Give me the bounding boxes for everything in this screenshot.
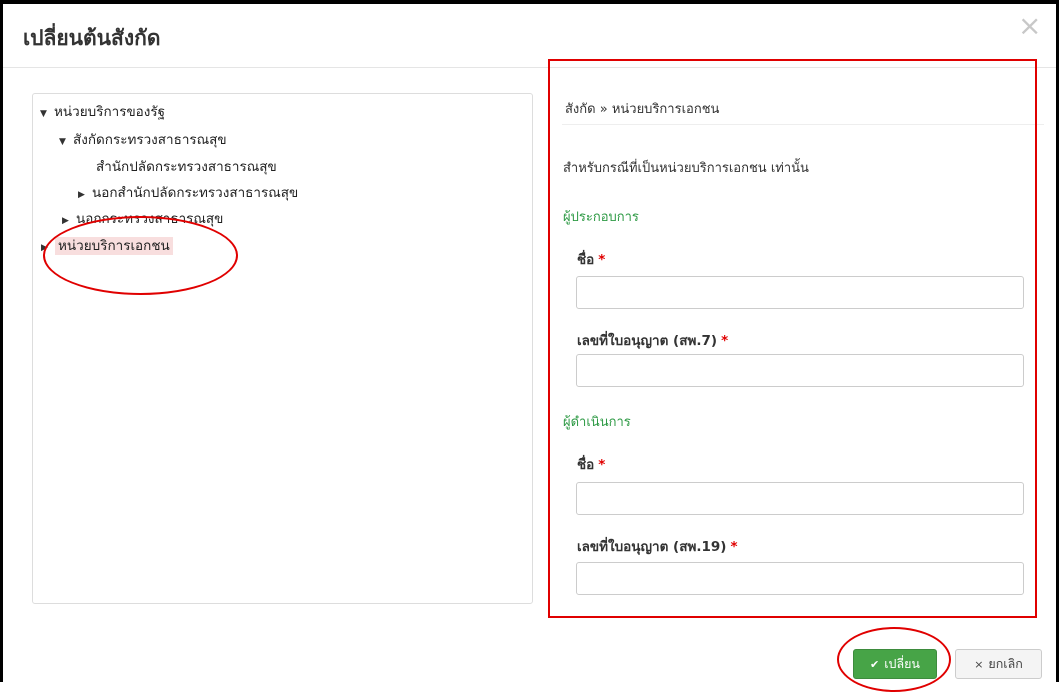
tree-node-label: นอกกระทรวงสาธารณสุข	[76, 211, 224, 227]
form-divider	[562, 124, 1044, 125]
times-icon: ×	[974, 657, 984, 671]
confirm-change-button[interactable]: ✔ เปลี่ยน	[853, 649, 937, 679]
manager-name-label: ชื่อ *	[577, 457, 606, 473]
caret-down-icon[interactable]: ▼	[59, 137, 69, 147]
caret-right-icon[interactable]: ▶	[78, 190, 88, 200]
check-icon: ✔	[870, 657, 880, 671]
section-title-operator: ผู้ประกอบการ	[563, 210, 639, 225]
tree-node-outside-moph[interactable]: ▶ นอกกระทรวงสาธารณสุข	[62, 207, 223, 229]
operator-name-input[interactable]	[576, 276, 1024, 309]
manager-license-input[interactable]	[576, 562, 1024, 595]
operator-license-label: เลขที่ใบอนุญาต (สพ.7) *	[577, 333, 729, 349]
dialog-title: เปลี่ยนต้นสังกัด	[23, 26, 161, 50]
tree-node-opsmoph[interactable]: สำนักปลัดกระทรวงสาธารณสุข	[82, 155, 277, 177]
required-mark: *	[730, 539, 738, 555]
caret-right-icon[interactable]: ▶	[41, 243, 51, 253]
section-title-manager: ผู้ดำเนินการ	[563, 415, 631, 430]
close-icon[interactable]: ×	[1018, 12, 1041, 40]
window-frame-top	[0, 0, 1059, 4]
tree-node-moph[interactable]: ▼ สังกัดกระทรวงสาธารณสุข	[59, 128, 227, 150]
header-divider	[3, 67, 1056, 68]
caret-right-icon[interactable]: ▶	[62, 216, 72, 226]
caret-down-icon[interactable]: ▼	[40, 109, 50, 119]
manager-license-label: เลขที่ใบอนุญาต (สพ.19) *	[577, 539, 738, 555]
confirm-button-label: เปลี่ยน	[884, 656, 920, 671]
tree-node-label: สำนักปลัดกระทรวงสาธารณสุข	[96, 159, 277, 175]
tree-node-label: หน่วยบริการของรัฐ	[54, 104, 166, 120]
tree-node-outside-opsmoph[interactable]: ▶ นอกสำนักปลัดกระทรวงสาธารณสุข	[78, 181, 298, 203]
window-frame-left	[0, 0, 3, 682]
required-mark: *	[721, 333, 729, 349]
tree-node-label: นอกสำนักปลัดกระทรวงสาธารณสุข	[92, 185, 299, 201]
manager-name-input[interactable]	[576, 482, 1024, 515]
tree-node-label: สังกัดกระทรวงสาธารณสุข	[73, 132, 227, 148]
breadcrumb: สังกัด » หน่วยบริการเอกชน	[565, 102, 720, 117]
operator-license-input[interactable]	[576, 354, 1024, 387]
tree-node-state-services[interactable]: ▼ หน่วยบริการของรัฐ	[40, 100, 165, 122]
tree-node-private-services[interactable]: ▶ หน่วยบริการเอกชน	[41, 234, 173, 256]
required-mark: *	[598, 457, 606, 473]
cancel-button-label: ยกเลิก	[988, 656, 1023, 671]
required-mark: *	[598, 252, 606, 268]
tree-node-label-selected: หน่วยบริการเอกชน	[55, 237, 173, 255]
form-note: สำหรับกรณีที่เป็นหน่วยบริการเอกชน เท่านั…	[563, 161, 809, 176]
cancel-button[interactable]: × ยกเลิก	[955, 649, 1042, 679]
operator-name-label: ชื่อ *	[577, 252, 606, 268]
